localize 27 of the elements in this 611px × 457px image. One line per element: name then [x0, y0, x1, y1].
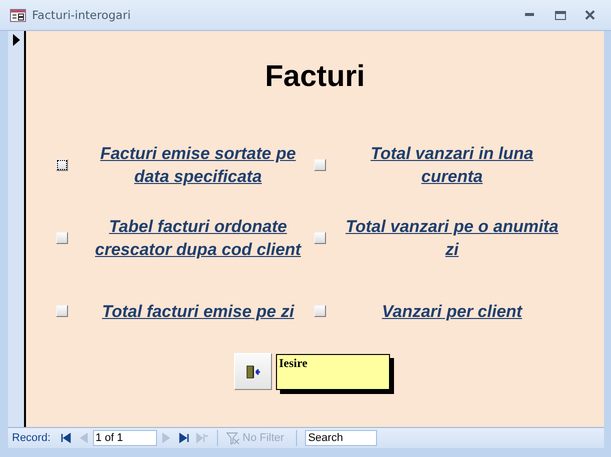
door-exit-icon	[245, 364, 261, 380]
record-selector-icon	[12, 34, 20, 46]
last-record-icon[interactable]	[176, 431, 191, 445]
search-field[interactable]: Search	[305, 430, 378, 446]
checkbox[interactable]	[56, 305, 68, 317]
query-link[interactable]: Facturi emise sortate pe data specificata	[84, 142, 312, 188]
checkbox[interactable]	[314, 305, 326, 317]
record-label: Record:	[12, 432, 51, 444]
maximize-icon[interactable]	[554, 10, 566, 20]
close-icon[interactable]	[585, 10, 595, 20]
record-position-field[interactable]: 1 of 1	[92, 430, 157, 446]
window-title: Facturi-interogari	[32, 8, 132, 22]
checkbox[interactable]	[56, 159, 68, 171]
checkbox[interactable]	[314, 159, 326, 171]
minimize-icon[interactable]	[525, 13, 535, 17]
first-record-icon[interactable]	[58, 431, 73, 445]
form-title: Facturi	[264, 59, 366, 95]
filter-icon	[226, 432, 240, 444]
checkbox[interactable]	[56, 232, 68, 244]
form-icon	[10, 8, 26, 22]
exit-button[interactable]	[234, 353, 272, 390]
query-link[interactable]: Total vanzari pe o anumita zi	[342, 215, 562, 261]
query-link[interactable]: Total facturi emise pe zi	[84, 300, 312, 322]
query-link[interactable]: Tabel facturi ordonate crescator dupa cod client	[84, 215, 312, 261]
query-link[interactable]: Vanzari per client	[342, 300, 562, 322]
checkbox[interactable]	[314, 232, 326, 244]
query-link[interactable]: Total vanzari in luna curenta	[342, 142, 562, 188]
